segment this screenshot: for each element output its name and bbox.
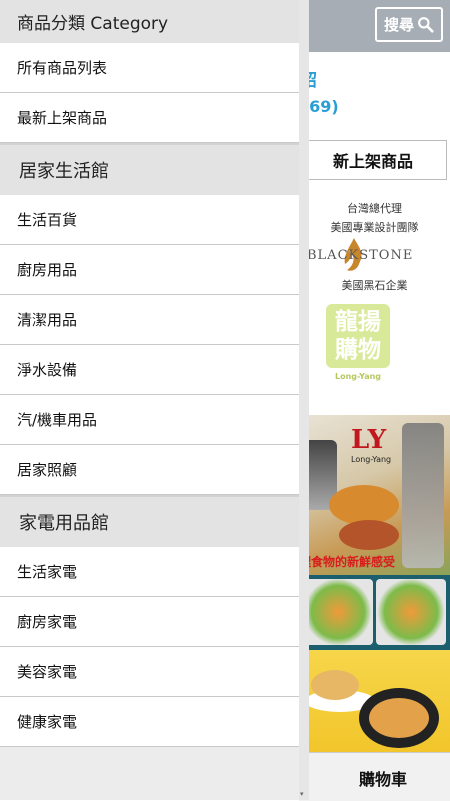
scroll-down-icon[interactable]: ▾ (300, 790, 308, 798)
menu-item-cleaning-supplies[interactable]: 清潔用品 (0, 295, 299, 345)
product-image (402, 423, 444, 568)
brand-line-3: 美國黑石企業 (341, 279, 408, 292)
promo-banner-2[interactable] (299, 575, 450, 650)
promo-banner-1[interactable]: LY Long-Yang 理食物的新鮮感受 (299, 415, 450, 575)
section-title-appliances: 家電用品館 (0, 495, 299, 547)
promo-slogan: 理食物的新鮮感受 (299, 555, 396, 569)
menu-item-vehicle-supplies[interactable]: 汽/機車用品 (0, 395, 299, 445)
menu-item-kitchen-appliances[interactable]: 廚房家電 (0, 597, 299, 647)
blackstone-logo: BLACKSTONE (307, 248, 414, 263)
food-image (303, 579, 373, 645)
menu-item-beauty-appliances[interactable]: 美容家電 (0, 647, 299, 697)
menu-item-all-products[interactable]: 所有商品列表 (0, 43, 299, 93)
food-image (376, 579, 446, 645)
pancake-image (369, 698, 429, 738)
brand-line-1: 台灣總代理 (347, 202, 402, 215)
menu-item-home-care[interactable]: 居家照顧 (0, 445, 299, 495)
search-button[interactable]: 搜尋 (375, 7, 443, 42)
drawer-edge: ▾ (299, 0, 309, 800)
ly-logo-sub: Long-Yang (351, 455, 392, 464)
new-products-button[interactable]: 新上架商品 (299, 140, 447, 180)
ly-logo: LY (351, 425, 387, 455)
pancake-image (311, 670, 359, 700)
brand-banner[interactable]: 台灣總代理 美國專業設計團隊 BLACKSTONE 美國黑石企業 龍揚購物 Lo… (299, 190, 450, 415)
section-title-home-living: 居家生活館 (0, 143, 299, 195)
food-image (329, 485, 399, 525)
menu-item-health-appliances[interactable]: 健康家電 (0, 697, 299, 747)
promo-banner-3[interactable] (299, 650, 450, 755)
brand-line-2: 美國專業設計團隊 (330, 221, 419, 234)
long-yang-badge: 龍揚購物 (326, 304, 390, 368)
search-button-label: 搜尋 (383, 16, 414, 34)
menu-item-water-purification[interactable]: 淨水設備 (0, 345, 299, 395)
menu-item-new-products[interactable]: 最新上架商品 (0, 93, 299, 143)
drawer-title: 商品分類 Category (0, 0, 299, 43)
long-yang-sub: Long-Yang (334, 372, 382, 381)
menu-item-kitchen-supplies[interactable]: 廚房用品 (0, 245, 299, 295)
search-icon (418, 17, 434, 33)
menu-item-living-appliances[interactable]: 生活家電 (0, 547, 299, 597)
cart-button[interactable]: 購物車 (359, 766, 407, 790)
category-drawer: 商品分類 Category 所有商品列表 最新上架商品 居家生活館 生活百貨 廚… (0, 0, 299, 800)
menu-item-general-goods[interactable]: 生活百貨 (0, 195, 299, 245)
bottom-bar: 購物車 (299, 752, 450, 801)
food-image (339, 520, 399, 550)
